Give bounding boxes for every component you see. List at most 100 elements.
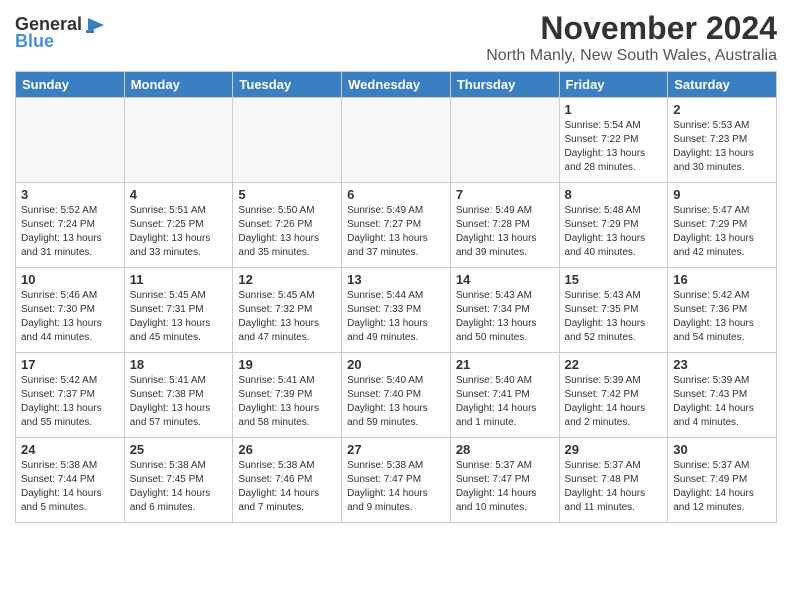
- col-wednesday: Wednesday: [342, 72, 451, 98]
- calendar-cell: 14 Sunrise: 5:43 AM Sunset: 7:34 PM Dayli…: [450, 268, 559, 353]
- day-number: 25: [130, 442, 228, 457]
- week-row-3: 10 Sunrise: 5:46 AM Sunset: 7:30 PM Dayli…: [16, 268, 777, 353]
- calendar-cell: 29 Sunrise: 5:37 AM Sunset: 7:48 PM Dayli…: [559, 438, 668, 523]
- day-info: Sunrise: 5:42 AM Sunset: 7:37 PM Dayligh…: [21, 374, 119, 430]
- calendar-cell: [342, 98, 451, 183]
- day-number: 2: [673, 102, 771, 117]
- day-number: 16: [673, 272, 771, 287]
- day-info: Sunrise: 5:50 AM Sunset: 7:26 PM Dayligh…: [238, 204, 336, 260]
- day-number: 12: [238, 272, 336, 287]
- calendar-cell: 22 Sunrise: 5:39 AM Sunset: 7:42 PM Dayli…: [559, 353, 668, 438]
- calendar-cell: 1 Sunrise: 5:54 AM Sunset: 7:22 PM Daylig…: [559, 98, 668, 183]
- day-info: Sunrise: 5:40 AM Sunset: 7:41 PM Dayligh…: [456, 374, 554, 430]
- calendar-cell: 24Sunrise: 5:38 AM Sunset: 7:44 PM Dayli…: [16, 438, 125, 523]
- calendar-cell: 4Sunrise: 5:51 AM Sunset: 7:25 PM Daylig…: [124, 183, 233, 268]
- calendar-cell: 13Sunrise: 5:44 AM Sunset: 7:33 PM Dayli…: [342, 268, 451, 353]
- calendar-cell: 28 Sunrise: 5:37 AM Sunset: 7:47 PM Dayli…: [450, 438, 559, 523]
- calendar-cell: 30 Sunrise: 5:37 AM Sunset: 7:49 PM Dayli…: [668, 438, 777, 523]
- day-info: Sunrise: 5:42 AM Sunset: 7:36 PM Dayligh…: [673, 289, 771, 345]
- calendar-cell: 3 Sunrise: 5:52 AM Sunset: 7:24 PM Daylig…: [16, 183, 125, 268]
- day-info: Sunrise: 5:49 AM Sunset: 7:27 PM Dayligh…: [347, 204, 445, 260]
- day-number: 10: [21, 272, 119, 287]
- calendar-cell: 23 Sunrise: 5:39 AM Sunset: 7:43 PM Dayli…: [668, 353, 777, 438]
- calendar-cell: 7 Sunrise: 5:49 AM Sunset: 7:28 PM Daylig…: [450, 183, 559, 268]
- day-number: 29: [565, 442, 663, 457]
- day-info: Sunrise: 5:39 AM Sunset: 7:43 PM Dayligh…: [673, 374, 771, 430]
- calendar-cell: 10 Sunrise: 5:46 AM Sunset: 7:30 PM Dayli…: [16, 268, 125, 353]
- day-info: Sunrise: 5:41 AM Sunset: 7:38 PM Dayligh…: [130, 374, 228, 430]
- day-info: Sunrise: 5:38 AM Sunset: 7:44 PM Dayligh…: [21, 459, 119, 515]
- week-row-2: 3 Sunrise: 5:52 AM Sunset: 7:24 PM Daylig…: [16, 183, 777, 268]
- calendar-cell: 27Sunrise: 5:38 AM Sunset: 7:47 PM Dayli…: [342, 438, 451, 523]
- calendar-cell: 12 Sunrise: 5:45 AM Sunset: 7:32 PM Dayli…: [233, 268, 342, 353]
- day-info: Sunrise: 5:44 AM Sunset: 7:33 PM Dayligh…: [347, 289, 445, 345]
- col-saturday: Saturday: [668, 72, 777, 98]
- day-number: 28: [456, 442, 554, 457]
- day-info: Sunrise: 5:41 AM Sunset: 7:39 PM Dayligh…: [238, 374, 336, 430]
- col-sunday: Sunday: [16, 72, 125, 98]
- day-info: Sunrise: 5:43 AM Sunset: 7:35 PM Dayligh…: [565, 289, 663, 345]
- day-info: Sunrise: 5:54 AM Sunset: 7:22 PM Dayligh…: [565, 119, 663, 175]
- day-info: Sunrise: 5:52 AM Sunset: 7:24 PM Dayligh…: [21, 204, 119, 260]
- calendar-cell: 6 Sunrise: 5:49 AM Sunset: 7:27 PM Daylig…: [342, 183, 451, 268]
- calendar-header-row: Sunday Monday Tuesday Wednesday Thursday…: [16, 72, 777, 98]
- col-thursday: Thursday: [450, 72, 559, 98]
- day-number: 9: [673, 187, 771, 202]
- calendar-cell: 2 Sunrise: 5:53 AM Sunset: 7:23 PM Daylig…: [668, 98, 777, 183]
- day-info: Sunrise: 5:37 AM Sunset: 7:48 PM Dayligh…: [565, 459, 663, 515]
- calendar-cell: 8 Sunrise: 5:48 AM Sunset: 7:29 PM Daylig…: [559, 183, 668, 268]
- day-number: 8: [565, 187, 663, 202]
- day-info: Sunrise: 5:49 AM Sunset: 7:28 PM Dayligh…: [456, 204, 554, 260]
- logo-blue: Blue: [15, 31, 54, 52]
- day-number: 22: [565, 357, 663, 372]
- day-info: Sunrise: 5:45 AM Sunset: 7:32 PM Dayligh…: [238, 289, 336, 345]
- calendar-cell: 9Sunrise: 5:47 AM Sunset: 7:29 PM Daylig…: [668, 183, 777, 268]
- day-number: 4: [130, 187, 228, 202]
- calendar-cell: 17Sunrise: 5:42 AM Sunset: 7:37 PM Dayli…: [16, 353, 125, 438]
- calendar-cell: 5 Sunrise: 5:50 AM Sunset: 7:26 PM Daylig…: [233, 183, 342, 268]
- day-number: 26: [238, 442, 336, 457]
- month-title: November 2024: [486, 10, 777, 47]
- day-info: Sunrise: 5:53 AM Sunset: 7:23 PM Dayligh…: [673, 119, 771, 175]
- calendar-cell: 11Sunrise: 5:45 AM Sunset: 7:31 PM Dayli…: [124, 268, 233, 353]
- day-number: 14: [456, 272, 554, 287]
- logo: General Blue: [15, 14, 106, 52]
- calendar-cell: [233, 98, 342, 183]
- col-tuesday: Tuesday: [233, 72, 342, 98]
- week-row-5: 24Sunrise: 5:38 AM Sunset: 7:44 PM Dayli…: [16, 438, 777, 523]
- day-number: 1: [565, 102, 663, 117]
- day-info: Sunrise: 5:38 AM Sunset: 7:47 PM Dayligh…: [347, 459, 445, 515]
- day-number: 21: [456, 357, 554, 372]
- calendar-cell: 15 Sunrise: 5:43 AM Sunset: 7:35 PM Dayli…: [559, 268, 668, 353]
- day-number: 19: [238, 357, 336, 372]
- day-number: 3: [21, 187, 119, 202]
- calendar-cell: 20 Sunrise: 5:40 AM Sunset: 7:40 PM Dayli…: [342, 353, 451, 438]
- day-info: Sunrise: 5:37 AM Sunset: 7:47 PM Dayligh…: [456, 459, 554, 515]
- day-info: Sunrise: 5:39 AM Sunset: 7:42 PM Dayligh…: [565, 374, 663, 430]
- day-number: 23: [673, 357, 771, 372]
- day-info: Sunrise: 5:37 AM Sunset: 7:49 PM Dayligh…: [673, 459, 771, 515]
- day-info: Sunrise: 5:40 AM Sunset: 7:40 PM Dayligh…: [347, 374, 445, 430]
- day-number: 18: [130, 357, 228, 372]
- calendar-cell: 26 Sunrise: 5:38 AM Sunset: 7:46 PM Dayli…: [233, 438, 342, 523]
- day-info: Sunrise: 5:46 AM Sunset: 7:30 PM Dayligh…: [21, 289, 119, 345]
- day-info: Sunrise: 5:48 AM Sunset: 7:29 PM Dayligh…: [565, 204, 663, 260]
- day-info: Sunrise: 5:45 AM Sunset: 7:31 PM Dayligh…: [130, 289, 228, 345]
- day-number: 6: [347, 187, 445, 202]
- location-title: North Manly, New South Wales, Australia: [486, 47, 777, 65]
- day-number: 30: [673, 442, 771, 457]
- col-monday: Monday: [124, 72, 233, 98]
- day-info: Sunrise: 5:38 AM Sunset: 7:45 PM Dayligh…: [130, 459, 228, 515]
- week-row-1: 1 Sunrise: 5:54 AM Sunset: 7:22 PM Daylig…: [16, 98, 777, 183]
- day-info: Sunrise: 5:38 AM Sunset: 7:46 PM Dayligh…: [238, 459, 336, 515]
- calendar-table: Sunday Monday Tuesday Wednesday Thursday…: [15, 71, 777, 523]
- calendar-cell: 25 Sunrise: 5:38 AM Sunset: 7:45 PM Dayli…: [124, 438, 233, 523]
- calendar-cell: [16, 98, 125, 183]
- day-number: 15: [565, 272, 663, 287]
- day-info: Sunrise: 5:43 AM Sunset: 7:34 PM Dayligh…: [456, 289, 554, 345]
- calendar-cell: 18 Sunrise: 5:41 AM Sunset: 7:38 PM Dayli…: [124, 353, 233, 438]
- day-number: 5: [238, 187, 336, 202]
- day-number: 20: [347, 357, 445, 372]
- day-number: 7: [456, 187, 554, 202]
- calendar-cell: [450, 98, 559, 183]
